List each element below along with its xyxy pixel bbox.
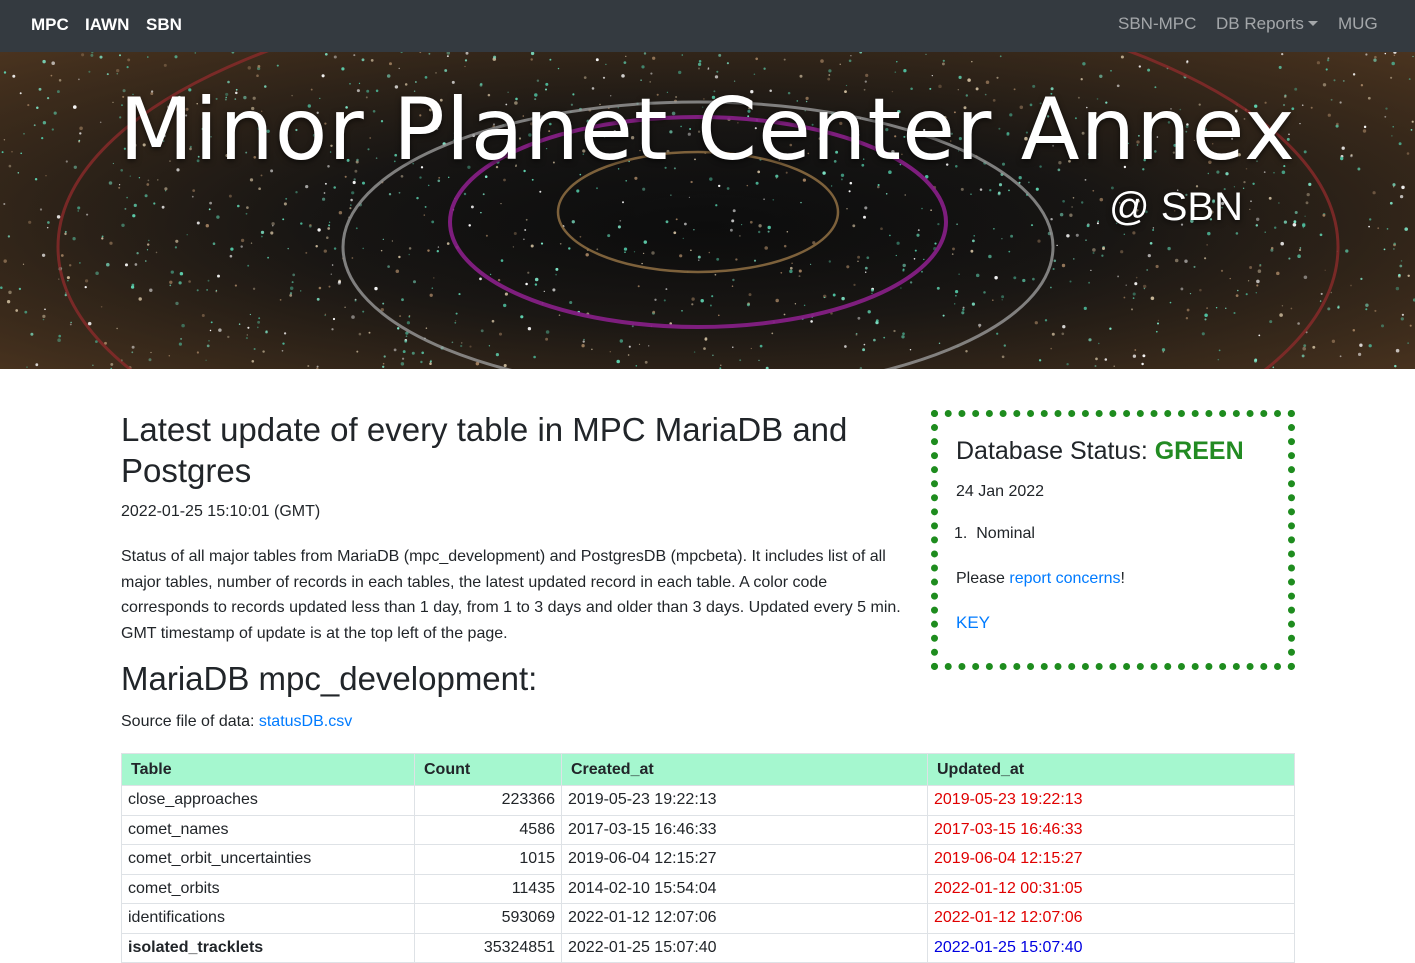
- cell-created-at: 2022-01-25 15:07:40: [561, 932, 928, 963]
- status-note-number: 1.: [954, 525, 968, 542]
- cell-count: 223366: [414, 785, 562, 816]
- cell-count: 1015: [414, 844, 562, 875]
- status-notes-list: 1. Nominal: [954, 525, 1035, 543]
- source-file-link[interactable]: statusDB.csv: [259, 713, 352, 730]
- column-header-created-at: Created_at: [561, 753, 928, 786]
- nav-link-sbn[interactable]: SBN: [146, 15, 182, 35]
- column-header-table: Table: [121, 753, 415, 786]
- cell-updated-at: 2019-05-23 19:22:13: [927, 785, 1295, 816]
- cell-created-at: 2014-02-10 15:54:04: [561, 873, 928, 904]
- cell-table-name: comet_names: [121, 814, 415, 845]
- cell-created-at: 2019-06-04 12:15:27: [561, 844, 928, 875]
- update-timestamp: 2022-01-25 15:10:01 (GMT): [121, 503, 321, 520]
- table-row: isolated_tracklets 35324851 2022-01-25 1…: [121, 932, 1295, 963]
- cell-table-name: identifications: [121, 903, 415, 934]
- section-title-mariadb: MariaDB mpc_development:: [121, 660, 538, 697]
- table-header-row: Table Count Created_at Updated_at: [121, 753, 1295, 786]
- report-prefix: Please: [956, 570, 1010, 587]
- caret-down-icon: [1307, 20, 1318, 26]
- cell-updated-at: 2022-01-12 00:31:05: [927, 873, 1295, 904]
- cell-updated-at: 2022-01-25 15:07:40: [927, 932, 1295, 963]
- key-link[interactable]: KEY: [956, 613, 990, 633]
- nav-link-iawn[interactable]: IAWN: [85, 15, 129, 35]
- nav-link-sbn-mpc[interactable]: SBN-MPC: [1118, 14, 1196, 34]
- top-navbar: MPC IAWN SBN SBN-MPC DB Reports MUG: [0, 0, 1415, 52]
- status-date: 24 Jan 2022: [956, 483, 1045, 500]
- cell-table-name: comet_orbits: [121, 873, 415, 904]
- report-concerns-link[interactable]: report concerns: [1009, 570, 1120, 587]
- banner-subtitle: @ SBN: [1109, 185, 1243, 229]
- status-note-item: 1. Nominal: [954, 525, 1035, 543]
- cell-table-name: comet_orbit_uncertainties: [121, 844, 415, 875]
- column-header-count: Count: [414, 753, 562, 786]
- table-row: comet_names 4586 2017-03-15 16:46:33 201…: [121, 814, 1295, 845]
- report-suffix: !: [1120, 570, 1125, 587]
- table-row: comet_orbit_uncertainties 1015 2019-06-0…: [121, 844, 1295, 875]
- table-row: close_approaches 223366 2019-05-23 19:22…: [121, 785, 1295, 816]
- page-title: Latest update of every table in MPC Mari…: [121, 411, 848, 489]
- db-reports-label: DB Reports: [1216, 14, 1304, 33]
- cell-count: 4586: [414, 814, 562, 845]
- cell-table-name: close_approaches: [121, 785, 415, 816]
- report-concerns-line: Please report concerns!: [956, 570, 1125, 588]
- cell-updated-at: 2022-01-12 12:07:06: [927, 903, 1295, 934]
- mariadb-status-table: Table Count Created_at Updated_at close_…: [121, 753, 1295, 963]
- source-file-label: Source file of data:: [121, 713, 259, 730]
- cell-created-at: 2017-03-15 16:46:33: [561, 814, 928, 845]
- cell-count: 35324851: [414, 932, 562, 963]
- nav-link-mpc[interactable]: MPC: [31, 15, 69, 35]
- status-heading: Database Status: GREEN: [956, 437, 1244, 466]
- status-value: GREEN: [1154, 437, 1244, 465]
- cell-table-name: isolated_tracklets: [121, 932, 415, 963]
- banner-title: Minor Planet Center Annex: [119, 80, 1296, 180]
- table-row: identifications 593069 2022-01-12 12:07:…: [121, 903, 1295, 934]
- cell-count: 11435: [414, 873, 562, 904]
- database-status-box: Database Status: GREEN 24 Jan 2022 1. No…: [931, 410, 1295, 670]
- hero-banner: Minor Planet Center Annex @ SBN: [0, 52, 1415, 369]
- table-row: comet_orbits 11435 2014-02-10 15:54:04 2…: [121, 873, 1295, 904]
- cell-count: 593069: [414, 903, 562, 934]
- cell-updated-at: 2019-06-04 12:15:27: [927, 844, 1295, 875]
- cell-created-at: 2019-05-23 19:22:13: [561, 785, 928, 816]
- cell-created-at: 2022-01-12 12:07:06: [561, 903, 928, 934]
- column-header-updated-at: Updated_at: [927, 753, 1295, 786]
- status-heading-label: Database Status:: [956, 437, 1155, 465]
- nav-dropdown-db-reports[interactable]: DB Reports: [1216, 14, 1318, 34]
- page-description: Status of all major tables from MariaDB …: [121, 548, 901, 642]
- cell-updated-at: 2017-03-15 16:46:33: [927, 814, 1295, 845]
- source-file-line: Source file of data: statusDB.csv: [121, 713, 352, 731]
- status-note-text: Nominal: [976, 525, 1035, 542]
- nav-link-mug[interactable]: MUG: [1338, 14, 1378, 34]
